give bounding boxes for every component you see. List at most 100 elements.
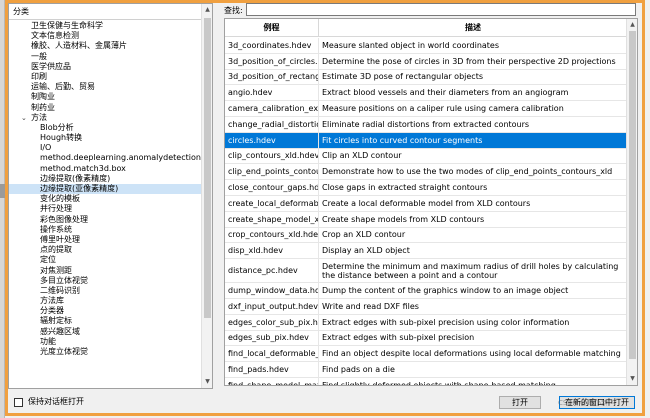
tree-item[interactable]: 一般 xyxy=(9,52,201,62)
tree-item[interactable]: 方法库 xyxy=(9,296,201,306)
tree-item[interactable]: ⌄ 方法 xyxy=(9,113,201,123)
tree-item[interactable]: 印刷 xyxy=(9,72,201,82)
tree-item-label: Blob分析 xyxy=(40,122,74,132)
tree-item[interactable]: 边缘提取(亚像素精度) xyxy=(9,184,201,195)
table-row[interactable]: edges_color_sub_pix.hdevExtract edges wi… xyxy=(225,314,628,331)
tree-item[interactable]: 点的提取 xyxy=(9,245,201,255)
tree-item[interactable]: 对焦测距 xyxy=(9,266,201,276)
tree-item[interactable]: 二维码识别 xyxy=(9,286,201,296)
tree-item[interactable]: 傅里叶处理 xyxy=(9,235,201,245)
table-row[interactable]: close_contour_gaps.hdev Close gaps in ext… xyxy=(225,180,628,196)
tree-item[interactable]: 橡胶、人造材料、金属薄片 xyxy=(9,41,201,51)
tree-item[interactable]: 运输、后勤、贸易 xyxy=(9,82,201,92)
keep-open-checkbox[interactable] xyxy=(14,397,23,407)
tree-item-label: 方法库 xyxy=(40,296,64,306)
table-row[interactable]: angio.hdev Extract blood vessels and thei… xyxy=(225,85,628,102)
example-name-cell: dump_window_data.hdev xyxy=(225,283,319,298)
table-row[interactable]: 3d_position_of_circles.h...Determine the… xyxy=(225,53,628,70)
tree-item[interactable]: 功能 xyxy=(9,337,201,347)
tree-item[interactable]: 卫生保健与生命科学 xyxy=(9,21,201,31)
tree-item[interactable]: 多目立体视觉 xyxy=(9,276,201,286)
table-scroll-thumb[interactable] xyxy=(629,31,636,359)
tree-list[interactable]: 卫生保健与生命科学 文本信息检测 橡胶、人造材料、金属薄片 一般 医学供应品 印刷 运输、后… xyxy=(9,21,201,388)
table-row[interactable]: dump_window_data.hdevDump the content of… xyxy=(225,283,628,299)
tree-item-label: 功能 xyxy=(40,336,56,346)
tree-item[interactable]: 制陶业 xyxy=(9,92,201,102)
table-row[interactable]: create_local_deformabl... Create a local … xyxy=(225,195,628,212)
tree-item[interactable]: 光度立体视觉 xyxy=(9,347,201,357)
table-row[interactable]: find_shape_model_max_...Find slightly de… xyxy=(225,377,628,385)
tree-header: 分类 xyxy=(9,4,212,20)
example-name-cell: edges_color_sub_pix.hdev xyxy=(225,314,319,330)
table-row[interactable]: disp_xld.hdev Display an XLD object xyxy=(225,243,628,260)
tree-item[interactable]: 辐射定标 xyxy=(9,316,201,326)
tree-item-label: 一般 xyxy=(31,51,47,61)
table-row[interactable]: change_radial_distortio... Eliminate radi… xyxy=(225,116,628,133)
table-row[interactable]: create_shape_model_xld...Create shape mo… xyxy=(225,211,628,228)
tree-item-label: 辐射定标 xyxy=(40,316,72,326)
tree-item[interactable]: 医学供应品 xyxy=(9,62,201,72)
example-description-cell: Measure slanted object in world coordina… xyxy=(319,38,628,53)
table-row[interactable]: 3d_position_of_rectangl...Estimate 3D po… xyxy=(225,69,628,86)
tree-item[interactable]: 定位 xyxy=(9,255,201,265)
example-name-cell: create_shape_model_xld... xyxy=(225,211,319,227)
tree-item[interactable]: 文本信息检测 xyxy=(9,31,201,41)
tree-item[interactable]: method.match3d.box xyxy=(9,164,201,174)
open-in-new-window-button[interactable]: 在新的窗口中打开 xyxy=(559,396,635,409)
scroll-up-arrow-icon[interactable]: ▲ xyxy=(203,5,212,15)
example-description-cell: Close gaps in extracted straight contour… xyxy=(319,180,628,195)
column-header-description[interactable]: 描述 xyxy=(319,19,628,37)
scroll-down-arrow-icon[interactable]: ▼ xyxy=(628,374,637,384)
table-row[interactable]: circles.hdev Fit circles into curved cont… xyxy=(225,132,628,149)
expand-chevron-icon[interactable]: ⌄ xyxy=(21,113,27,123)
table-row[interactable]: clip_end_points_contour...Demonstrate ho… xyxy=(225,164,628,181)
tree-item[interactable]: 彩色图像处理 xyxy=(9,215,201,225)
tree-item-label: method.match3d.box xyxy=(40,163,126,173)
table-row[interactable]: clip_contours_xld.hdev Clip an XLD contou… xyxy=(225,148,628,165)
table-row[interactable]: find_local_deformable_... Find an object … xyxy=(225,346,628,363)
tree-item[interactable]: 边缘提取(像素精度) xyxy=(9,174,201,184)
tree-item-label: 制药业 xyxy=(31,102,55,112)
tree-item[interactable]: Hough转换 xyxy=(9,133,201,143)
table-row[interactable]: edges_sub_pix.hdev Extract edges with sub… xyxy=(225,330,628,347)
tree-item[interactable]: Blob分析 xyxy=(9,123,201,133)
tree-item[interactable]: 并行处理 xyxy=(9,204,201,214)
tree-item-label: 点的提取 xyxy=(40,245,72,255)
example-description-cell: Eliminate radial distortions from extrac… xyxy=(319,116,628,132)
table-body[interactable]: 3d_coordinates.hdev Measure slanted objec… xyxy=(225,38,628,385)
tree-item-label: 并行处理 xyxy=(40,204,72,214)
tree-item[interactable]: 操作系统 xyxy=(9,225,201,235)
tree-item-label: Hough转换 xyxy=(40,133,83,143)
tree-item-label: 二维码识别 xyxy=(40,285,80,295)
table-row[interactable]: 3d_coordinates.hdev Measure slanted objec… xyxy=(225,38,628,54)
table-scrollbar[interactable]: ▲ ▼ xyxy=(626,19,637,385)
example-name-cell: crop_contours_xld.hdev xyxy=(225,227,319,243)
open-button[interactable]: 打开 xyxy=(499,396,541,409)
tree-item[interactable]: 变化的模板 xyxy=(9,194,201,204)
table-row[interactable]: find_pads.hdev Find pads on a die xyxy=(225,362,628,378)
search-input[interactable] xyxy=(246,3,636,16)
examples-table[interactable]: 例程 描述 3d_coordinates.hdev Measure slanted… xyxy=(224,18,638,386)
tree-item[interactable]: 感兴趣区域 xyxy=(9,327,201,337)
category-tree[interactable]: 分类 卫生保健与生命科学 文本信息检测 橡胶、人造材料、金属薄片 一般 医学供应品 印刷运… xyxy=(8,3,213,389)
scroll-down-arrow-icon[interactable]: ▼ xyxy=(203,377,212,387)
example-description-cell: Fit circles into curved contour segments xyxy=(319,132,628,148)
table-row[interactable]: dxf_input_output.hdev Write and read DXF … xyxy=(225,298,628,315)
table-row[interactable]: crop_contours_xld.hdev Crop an XLD contou… xyxy=(225,227,628,244)
table-row[interactable]: distance_pc.hdev Determine the minimum an… xyxy=(225,259,628,284)
tree-item[interactable]: I/O xyxy=(9,143,201,153)
example-name-cell: find_shape_model_max_... xyxy=(225,377,319,385)
tree-scroll-thumb[interactable] xyxy=(204,18,211,318)
tree-scrollbar[interactable]: ▲ ▼ xyxy=(201,4,212,388)
example-name-cell: find_local_deformable_... xyxy=(225,346,319,362)
tree-item[interactable]: method.deeplearning.anomalydetection xyxy=(9,153,201,163)
scroll-up-arrow-icon[interactable]: ▲ xyxy=(628,20,637,30)
tree-item[interactable]: 分类器 xyxy=(9,306,201,316)
table-row[interactable]: camera_calibration_exte...Measure positi… xyxy=(225,101,628,117)
example-name-cell: edges_sub_pix.hdev xyxy=(225,330,319,346)
keep-dialog-open-option[interactable]: 保持对话框打开 xyxy=(14,396,84,408)
tree-item[interactable]: 制药业 xyxy=(9,103,201,113)
example-description-cell: Determine the minimum and maximum radius… xyxy=(319,259,628,283)
example-name-cell: 3d_position_of_rectangl... xyxy=(225,69,319,85)
column-header-example[interactable]: 例程 xyxy=(225,19,319,37)
